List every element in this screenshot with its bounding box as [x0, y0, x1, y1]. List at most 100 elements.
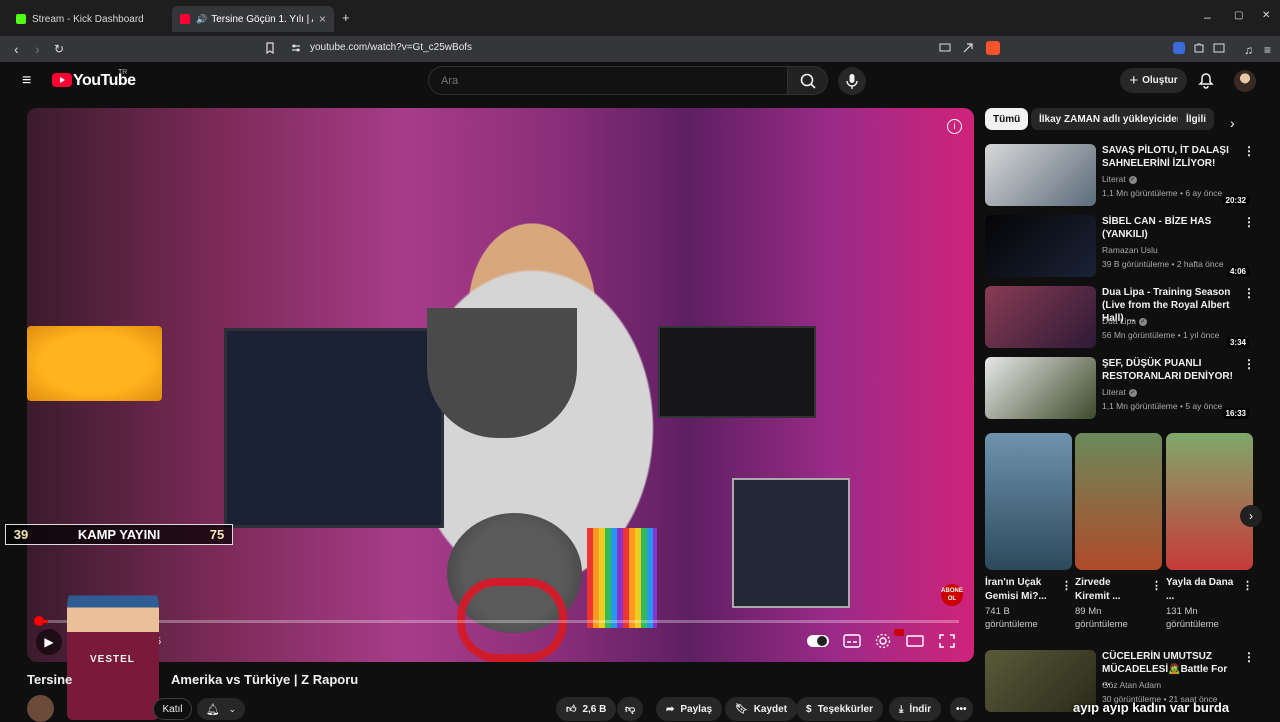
video-duration: 3:34 [1226, 337, 1249, 348]
close-tab-icon[interactable]: × [313, 12, 326, 26]
dislike-button[interactable]: 👎︎ [617, 697, 644, 721]
video-title-end: Amerika vs Türkiye | Z Raporu [171, 672, 359, 687]
guide-menu-icon[interactable]: ≡ [22, 73, 31, 89]
more-vertical-icon[interactable]: ⋮ [1061, 579, 1072, 592]
video-title[interactable]: ŞEF, DÜŞÜK PUANLI RESTORANLARI DENİYOR! [1102, 357, 1234, 383]
recommended-video[interactable]: 16:33 ŞEF, DÜŞÜK PUANLI RESTORANLARI DEN… [985, 357, 1255, 423]
channel-name[interactable]: Literat ✓ [1102, 174, 1137, 184]
view-count: 1,1 Mn görüntüleme [1102, 401, 1178, 411]
video-title[interactable]: SAVAŞ PİLOTU, İT DALAŞI SAHNELERİNİ İZLİ… [1102, 144, 1234, 170]
new-tab-button[interactable]: + [342, 10, 350, 25]
view-count: 56 Mn görüntüleme [1102, 330, 1176, 340]
video-thumbnail[interactable] [985, 144, 1096, 206]
chip-all[interactable]: Tümü [985, 108, 1029, 130]
super-thanks-icon: $ [806, 703, 812, 715]
short-item[interactable]: İran'ın Uçak Gemisi Mi?... 741 B görüntü… [985, 433, 1072, 633]
short-title[interactable]: İran'ın Uçak Gemisi Mi?... [985, 576, 1057, 604]
url-field[interactable]: youtube.com/watch?v=Gt_c25wBofs [310, 42, 472, 53]
chip-related[interactable]: İlgili [1178, 108, 1214, 130]
extension-icon[interactable] [1173, 42, 1185, 54]
channel-avatar[interactable] [27, 695, 54, 722]
cast-icon[interactable] [939, 42, 951, 54]
maximize-button[interactable]: ▢ [1234, 10, 1243, 21]
recommended-video[interactable]: 3:34 Dua Lipa - Training Season (Live fr… [985, 286, 1255, 352]
tab-kick-dashboard[interactable]: Stream - Kick Dashboard [8, 6, 170, 32]
like-button[interactable]: 👍︎ 2,6 B [556, 697, 617, 721]
short-item[interactable]: Zirvede Kiremit ... 89 Mn görüntüleme ⋮ [1075, 433, 1162, 633]
extensions-puzzle-icon[interactable] [1193, 42, 1205, 54]
search-icon [800, 73, 816, 89]
more-vertical-icon[interactable]: ⋮ [1151, 579, 1162, 592]
search-input[interactable] [428, 66, 788, 95]
save-button[interactable]: 🔖︎ Kaydet [725, 697, 798, 721]
video-thumbnail[interactable] [985, 357, 1096, 419]
chevron-right-icon[interactable]: › [1240, 505, 1262, 527]
forward-icon[interactable]: › [35, 41, 40, 57]
short-thumbnail[interactable] [985, 433, 1072, 570]
chevron-right-icon[interactable]: › [1230, 115, 1235, 131]
notifications-bell-icon[interactable] [1198, 72, 1214, 89]
progress-scrubber[interactable] [34, 616, 44, 626]
short-thumbnail[interactable] [1075, 433, 1162, 570]
youtube-favicon-icon [180, 14, 190, 24]
more-vertical-icon[interactable]: ⋮ [1243, 144, 1255, 158]
tab-search-icon[interactable] [1213, 42, 1225, 54]
channel-name[interactable]: Ramazan Uslu [1102, 245, 1158, 255]
subtitles-icon[interactable] [842, 632, 862, 650]
video-thumbnail[interactable] [985, 286, 1096, 348]
close-window-button[interactable]: ✕ [1262, 10, 1270, 21]
play-button[interactable]: ▶ [36, 629, 62, 655]
minimize-button[interactable]: – [1204, 10, 1211, 24]
short-thumbnail[interactable] [1166, 433, 1253, 570]
short-title[interactable]: Zirvede Kiremit ... [1075, 576, 1147, 604]
download-icon: ⤓ [899, 703, 904, 715]
create-button[interactable]: + Oluştur [1120, 68, 1187, 93]
channel-name[interactable]: Literat ✓ [1102, 387, 1137, 397]
media-controls-icon[interactable]: ♫ [1244, 42, 1253, 58]
verified-icon: ✓ [1139, 317, 1148, 326]
theater-mode-icon[interactable] [905, 632, 925, 650]
video-title: Tersine Amerika vs Türkiye | Z Raporu [27, 672, 358, 687]
video-thumbnail[interactable] [985, 215, 1096, 277]
video-player[interactable]: i ABONE OL ▶ 55 [27, 108, 974, 662]
menu-icon[interactable]: ≡ [1264, 42, 1271, 58]
download-button[interactable]: ⤓ İndir [889, 697, 942, 721]
bookmark-icon[interactable] [264, 42, 276, 54]
thanks-button[interactable]: $ Teşekkürler [796, 697, 883, 721]
video-title[interactable]: SİBEL CAN - BİZE HAS (YANKILI) [1102, 215, 1234, 241]
back-icon[interactable]: ‹ [14, 41, 19, 57]
tab-youtube-video[interactable]: 🔊 Tersine Göçün 1. Yılı | Amerik × [172, 6, 334, 32]
settings-gear-icon[interactable] [873, 632, 893, 650]
score-right: 75 [209, 527, 225, 542]
subscription-bell-button[interactable]: 🔔︎ ⌄ [197, 698, 245, 720]
autoplay-toggle[interactable] [807, 635, 829, 647]
short-title[interactable]: Yayla da Dana ... [1166, 576, 1238, 604]
more-vertical-icon[interactable]: ⋮ [1243, 357, 1255, 371]
youtube-logo-icon[interactable] [52, 73, 72, 87]
more-vertical-icon[interactable]: ⋮ [1243, 215, 1255, 229]
voice-search-button[interactable] [838, 67, 866, 95]
channel-name[interactable]: Göz Atan Adam [1102, 680, 1161, 690]
score-left: 39 [13, 527, 29, 542]
recommended-video[interactable]: 4:06 SİBEL CAN - BİZE HAS (YANKILI) Rama… [985, 215, 1255, 281]
chip-from-uploader[interactable]: İlkay ZAMAN adlı yükleyiciden [1031, 108, 1191, 130]
short-item[interactable]: Yayla da Dana ... 131 Mn görüntüleme ⋮ [1166, 433, 1253, 633]
fullscreen-icon[interactable] [937, 632, 957, 650]
more-vertical-icon[interactable]: ⋮ [1243, 286, 1255, 300]
share-page-icon[interactable] [962, 42, 974, 54]
progress-bar[interactable] [39, 620, 959, 623]
share-button[interactable]: ➦ Paylaş [656, 697, 723, 721]
account-avatar[interactable] [1234, 70, 1256, 92]
more-actions-button[interactable]: ••• [950, 697, 973, 721]
brave-shield-icon[interactable] [986, 41, 1000, 55]
reload-icon[interactable]: ↻ [54, 41, 64, 57]
search-button[interactable] [787, 66, 828, 95]
more-vertical-icon[interactable]: ⋮ [1242, 579, 1253, 592]
info-icon[interactable]: i [947, 119, 962, 134]
short-views: 131 Mn görüntüleme [1166, 606, 1219, 630]
channel-name[interactable]: Dua Lipa ✓ [1102, 316, 1148, 326]
join-button[interactable]: Katıl [153, 698, 192, 720]
more-vertical-icon[interactable]: ⋮ [1243, 650, 1255, 664]
recommended-video[interactable]: 20:32 SAVAŞ PİLOTU, İT DALAŞI SAHNELERİN… [985, 144, 1255, 210]
site-settings-icon[interactable] [290, 42, 302, 54]
